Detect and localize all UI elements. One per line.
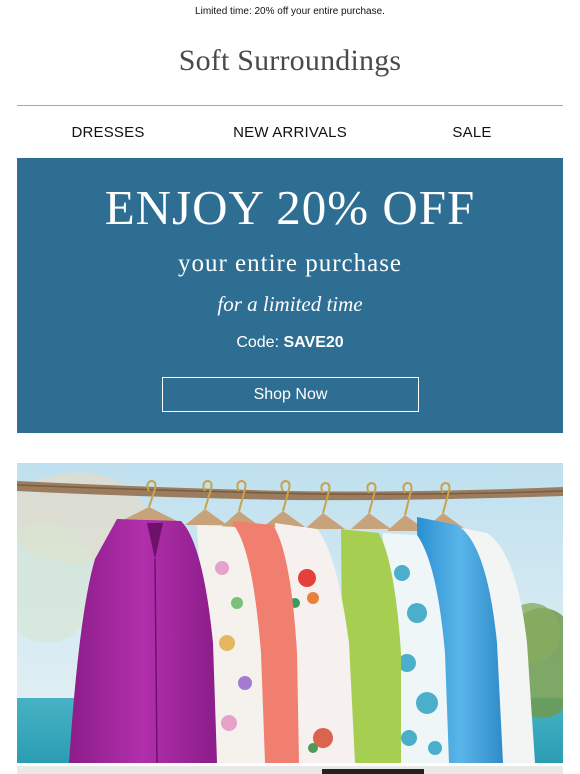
promo-banner: ENJOY 20% OFF your entire purchase for a… bbox=[17, 158, 563, 433]
nav-item-sale[interactable]: SALE bbox=[381, 124, 563, 141]
promo-code-value: SAVE20 bbox=[283, 334, 344, 351]
header-divider bbox=[17, 105, 563, 106]
preheader-text: Limited time: 20% off your entire purcha… bbox=[195, 6, 385, 17]
promo-limited-time: for a limited time bbox=[217, 292, 363, 316]
main-nav: DRESSES NEW ARRIVALS SALE bbox=[17, 120, 563, 144]
next-image-edge bbox=[322, 769, 424, 774]
nav-item-dresses[interactable]: DRESSES bbox=[17, 124, 199, 141]
next-section-preview bbox=[17, 766, 563, 774]
promo-code: Code: SAVE20 bbox=[17, 334, 563, 352]
hero-image[interactable] bbox=[17, 463, 563, 763]
shop-now-button[interactable]: Shop Now bbox=[162, 377, 419, 412]
promo-headline: ENJOY 20% OFF bbox=[104, 180, 476, 235]
brand-logo[interactable]: Soft Surroundings bbox=[0, 44, 580, 78]
nav-item-new-arrivals[interactable]: NEW ARRIVALS bbox=[199, 124, 381, 141]
promo-code-label: Code: bbox=[236, 334, 280, 351]
promo-subheadline: your entire purchase bbox=[177, 250, 403, 277]
